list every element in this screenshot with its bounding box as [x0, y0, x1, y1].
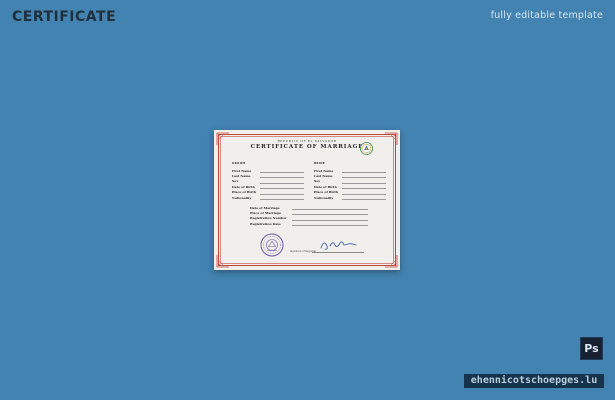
- field-label: Last Name: [314, 174, 333, 179]
- field-value: [292, 216, 368, 221]
- field-value: [342, 190, 386, 195]
- field-row: Sex: [232, 179, 304, 184]
- photoshop-badge-icon: Ps: [580, 337, 603, 360]
- tagline: fully editable template: [490, 10, 603, 21]
- signature-caption: Signature of Registrar: [290, 250, 317, 253]
- corner-ornament-icon: [384, 254, 398, 268]
- field-row: Last Name: [232, 173, 304, 179]
- handwritten-signature: [318, 236, 360, 252]
- field-row: First Name: [232, 168, 304, 173]
- field-row: Last Name: [314, 173, 386, 179]
- field-value: [260, 174, 304, 179]
- field-value: [292, 205, 368, 210]
- field-label: Registration Number: [250, 216, 287, 221]
- field-label: Place of Birth: [232, 190, 257, 195]
- field-label: Nationality: [232, 195, 252, 200]
- field-row: Nationality: [232, 195, 304, 200]
- field-value: [342, 179, 386, 184]
- field-value: [260, 190, 304, 195]
- field-value: [342, 195, 386, 200]
- field-value: [260, 195, 304, 200]
- field-row: Registration Number: [250, 216, 368, 221]
- signature-line: [312, 252, 364, 253]
- bride-heading: BRIDE: [314, 161, 326, 165]
- field-row: Nationality: [314, 195, 386, 200]
- certificate-preview: REPUBLIC OF EL SALVADOR CERTIFICATE OF M…: [214, 130, 400, 270]
- field-label: Date of Marriage: [250, 205, 280, 210]
- field-label: Registration Date: [250, 221, 281, 226]
- field-row: Sex: [314, 179, 386, 184]
- groom-details: First Name Last Name Sex Date of Birth P…: [232, 168, 304, 200]
- field-value: [260, 185, 304, 190]
- field-label: Last Name: [232, 174, 251, 179]
- corner-ornament-icon: [216, 254, 230, 268]
- field-row: Date of Birth: [232, 184, 304, 190]
- field-label: Date of Birth: [314, 184, 337, 189]
- groom-heading: GROOM: [232, 161, 246, 165]
- field-row: Place of Birth: [232, 190, 304, 195]
- field-row: Place of Marriage: [250, 210, 368, 216]
- field-label: Place of Birth: [314, 190, 339, 195]
- field-value: [260, 168, 304, 173]
- marriage-details: Date of Marriage Place of Marriage Regis…: [250, 205, 368, 227]
- field-label: Sex: [314, 179, 321, 184]
- field-value: [342, 185, 386, 190]
- field-row: Date of Marriage: [250, 205, 368, 210]
- field-row: Registration Date: [250, 221, 368, 227]
- brand-title: CERTIFICATE: [12, 9, 117, 25]
- field-value: [260, 179, 304, 184]
- official-seal-icon: [260, 233, 284, 257]
- field-row: First Name: [314, 168, 386, 173]
- field-label: Sex: [232, 179, 239, 184]
- field-row: Date of Birth: [314, 184, 386, 190]
- field-label: Nationality: [314, 195, 334, 200]
- field-row: Place of Birth: [314, 190, 386, 195]
- field-label: First Name: [314, 168, 334, 173]
- field-value: [292, 222, 368, 227]
- field-value: [342, 168, 386, 173]
- field-label: Place of Marriage: [250, 211, 281, 216]
- field-value: [342, 174, 386, 179]
- field-label: Date of Birth: [232, 184, 255, 189]
- field-value: [292, 211, 368, 216]
- coat-of-arms-icon: [360, 142, 373, 155]
- watermark-text: ehennicotschoepges.lu: [464, 374, 604, 388]
- field-label: First Name: [232, 168, 252, 173]
- bride-details: First Name Last Name Sex Date of Birth P…: [314, 168, 386, 200]
